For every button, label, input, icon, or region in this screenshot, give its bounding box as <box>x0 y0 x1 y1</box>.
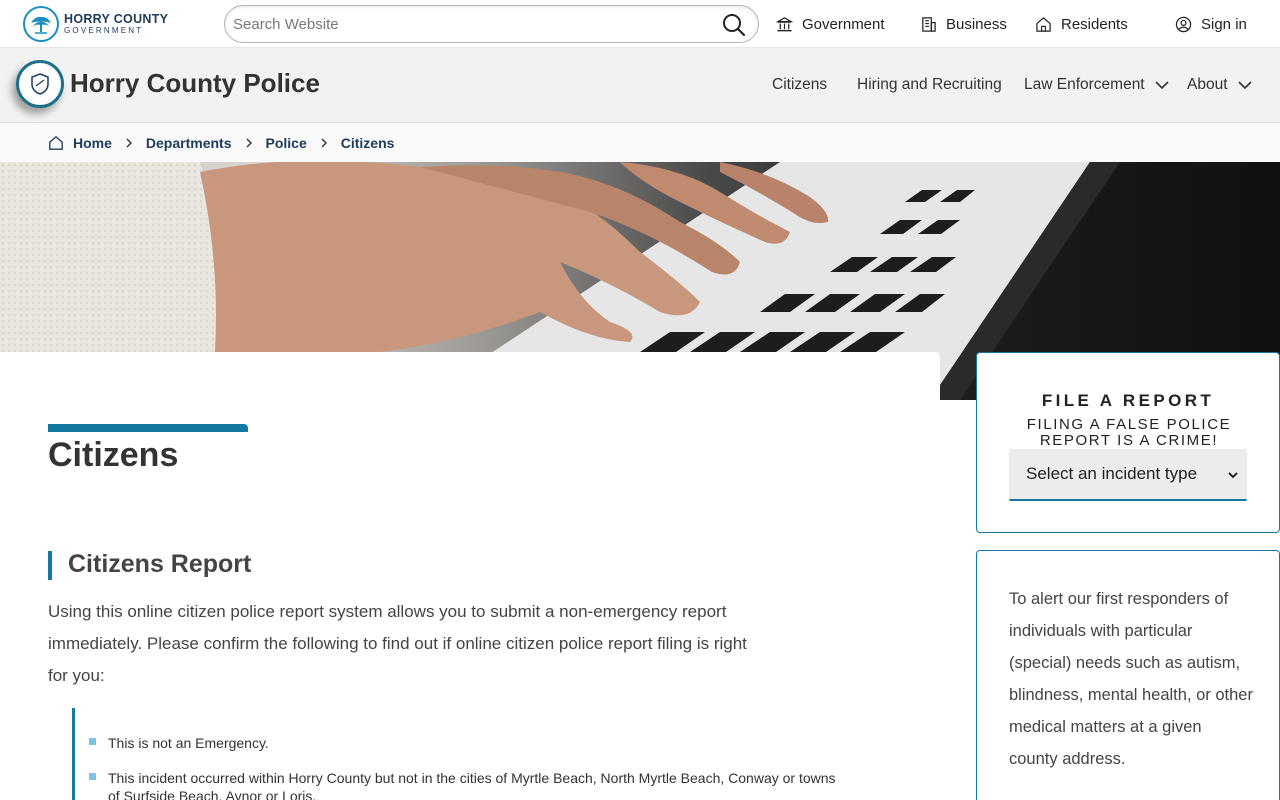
page-title: Citizens <box>48 436 179 474</box>
incident-type-select[interactable]: Select an incident type <box>1009 449 1247 501</box>
search-icon[interactable] <box>722 13 746 37</box>
site-header: HORRY COUNTY GOVERNMENT Government <box>0 0 1280 48</box>
topnav-residents-label: Residents <box>1061 15 1128 33</box>
dept-nav-law-enforcement[interactable]: Law Enforcement <box>1024 74 1169 96</box>
topnav-business[interactable]: Business <box>920 12 1007 36</box>
dept-nav-about[interactable]: About <box>1187 74 1252 96</box>
chevron-right-icon <box>321 138 327 147</box>
topnav-residents[interactable]: Residents <box>1035 12 1128 36</box>
county-logo[interactable]: HORRY COUNTY GOVERNMENT <box>23 6 168 42</box>
police-badge-icon[interactable] <box>16 60 64 108</box>
dept-nav-about-label: About <box>1187 76 1228 93</box>
breadcrumb-departments[interactable]: Departments <box>146 135 232 151</box>
file-report-title: FILE A REPORT <box>1041 391 1215 410</box>
breadcrumb-departments-label: Departments <box>145 134 232 151</box>
sign-in-label: Sign in <box>1201 15 1247 33</box>
tree-logo-icon <box>23 6 59 42</box>
home-icon <box>1036 16 1051 32</box>
list-item: This incident occurred within Horry Coun… <box>108 770 836 800</box>
file-report-card: FILE A REPORT FILING A FALSE POLICE REPO… <box>976 352 1280 533</box>
list-bullet <box>89 773 96 780</box>
dept-nav-citizens[interactable]: Citizens <box>772 74 827 96</box>
logo-title: HORRY COUNTY <box>64 12 169 27</box>
title-accent-bar <box>48 424 248 432</box>
chevron-down-icon <box>1155 81 1169 90</box>
topnav-government-label: Government <box>802 15 885 33</box>
special-needs-card[interactable]: To alert our first responders of individ… <box>976 550 1280 800</box>
breadcrumb-police[interactable]: Police <box>266 135 307 151</box>
chevron-right-icon <box>126 138 132 147</box>
breadcrumb-citizens[interactable]: Citizens <box>341 135 395 151</box>
search-input[interactable] <box>233 14 713 34</box>
business-building-icon <box>922 16 936 32</box>
breadcrumb-home[interactable]: Home <box>48 135 112 151</box>
user-icon <box>1175 16 1192 32</box>
site-search <box>224 5 759 43</box>
topnav-business-label: Business <box>946 15 1007 33</box>
breadcrumb-citizens-label: Citizens <box>340 134 395 151</box>
chevron-right-icon <box>246 138 252 147</box>
dept-nav-hiring[interactable]: Hiring and Recruiting <box>857 74 1002 96</box>
topnav-government[interactable]: Government <box>776 12 885 36</box>
section-title: Citizens Report <box>68 550 252 578</box>
incident-type-select-value: Select an incident type <box>1026 464 1198 483</box>
special-needs-text: To alert our first responders of individ… <box>1009 590 1253 768</box>
department-title[interactable]: Horry County Police <box>70 68 320 99</box>
dept-nav-hiring-label: Hiring and Recruiting <box>857 76 1002 93</box>
list-item: This is not an Emergency. <box>108 735 269 751</box>
sign-in-link[interactable]: Sign in <box>1175 12 1247 36</box>
dept-nav-citizens-label: Citizens <box>772 76 828 93</box>
government-building-icon <box>776 16 793 31</box>
intro-paragraph: Using this online citizen police report … <box>48 602 747 685</box>
eligibility-list: This is not an Emergency. This incident … <box>72 708 872 800</box>
breadcrumb: Home Departments Police Citizens <box>0 123 1280 162</box>
false-report-warning: FILING A FALSE POLICE REPORT IS A CRIME! <box>1026 416 1232 449</box>
logo-subtitle: GOVERNMENT <box>64 25 144 35</box>
breadcrumb-police-label: Police <box>265 134 307 151</box>
department-header: Horry County Police Citizens Hiring and … <box>0 48 1280 123</box>
main-content: Citizens Citizens Report Using this onli… <box>0 352 940 800</box>
home-icon <box>49 135 63 150</box>
breadcrumb-home-label: Home <box>73 134 112 151</box>
list-bullet <box>89 738 96 745</box>
chevron-down-icon <box>1228 472 1238 479</box>
chevron-down-icon <box>1237 81 1252 90</box>
section-accent-bar <box>48 551 52 580</box>
dept-nav-law-enforcement-label: Law Enforcement <box>1024 76 1145 93</box>
